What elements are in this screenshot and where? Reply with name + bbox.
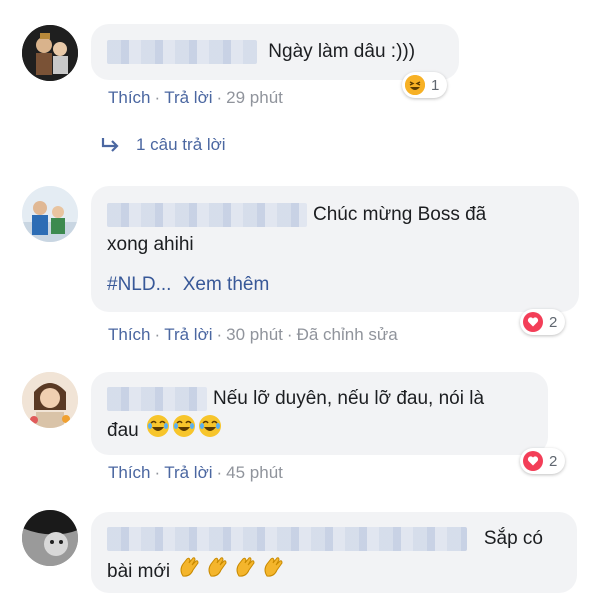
reaction-number: 2 [549, 452, 558, 470]
blurred-username[interactable] [107, 202, 307, 227]
separator: · [154, 88, 161, 107]
avatar[interactable] [22, 510, 78, 566]
avatar-image [22, 186, 78, 242]
comment-text-line-2: bài mới [107, 561, 171, 583]
like-link[interactable]: Thích [108, 88, 151, 107]
clapping-hands-icon [261, 554, 287, 590]
comment-line: Sắp có [107, 524, 561, 554]
comment-more-line: #NLD... Xem thêm [107, 270, 563, 300]
reaction-count[interactable]: 1 [402, 72, 448, 98]
reaction-count[interactable]: 2 [520, 448, 566, 474]
avatar[interactable] [22, 372, 78, 428]
reply-arrow-icon [101, 138, 119, 152]
reply-link[interactable]: Trả lời [164, 88, 212, 107]
comment-text-line-2: đau [107, 420, 139, 442]
comment-actions: Thích · Trả lời · 45 phút [108, 463, 283, 483]
reply-link[interactable]: Trả lời [164, 463, 212, 482]
hashtag-link[interactable]: #NLD... [107, 274, 171, 295]
heart-icon [523, 451, 543, 471]
timestamp[interactable]: 30 phút [226, 325, 283, 344]
comment-line-2: đau [107, 414, 532, 448]
comment-line-2: bài mới [107, 554, 561, 590]
comment-text: Ngày làm dâu :))) [268, 41, 416, 62]
reaction-number: 1 [431, 76, 440, 94]
comment-text-line-2: xong ahihi [107, 234, 194, 255]
edited-label[interactable]: Đã chỉnh sửa [297, 325, 398, 344]
like-link[interactable]: Thích [108, 463, 151, 482]
separator: · [286, 325, 293, 344]
blurred-username[interactable] [107, 386, 207, 411]
avatar-image [22, 372, 78, 428]
separator: · [154, 325, 161, 344]
comment-bubble: Sắp có bài mới [91, 512, 577, 593]
avatar-image [22, 510, 78, 566]
tears-of-joy-icon [146, 414, 170, 448]
haha-icon [405, 75, 425, 95]
clapping-hands-icon [177, 554, 203, 590]
blurred-username[interactable] [107, 39, 257, 64]
timestamp[interactable]: 29 phút [226, 88, 283, 107]
separator: · [216, 463, 223, 482]
separator: · [216, 88, 223, 107]
comment-bubble: Ngày làm dâu :))) [91, 24, 459, 80]
avatar[interactable] [22, 25, 78, 81]
avatar[interactable] [22, 186, 78, 242]
comment-line: Chúc mừng Boss đã [107, 200, 563, 230]
comment-text-line-1: Sắp có [483, 528, 543, 549]
like-link[interactable]: Thích [108, 325, 151, 344]
reaction-number: 2 [549, 313, 558, 331]
comment-bubble: Chúc mừng Boss đã xong ahihi #NLD... Xem… [91, 186, 579, 312]
comment-text-line-1: Nếu lỡ duyên, nếu lỡ đau, nói là [213, 388, 485, 409]
comment-text-line-1: Chúc mừng Boss đã [313, 204, 487, 225]
comment-bubble: Nếu lỡ duyên, nếu lỡ đau, nói là đau [91, 372, 548, 455]
avatar-image [22, 25, 78, 81]
view-replies-link[interactable]: 1 câu trả lời [100, 135, 226, 155]
clapping-hands-icon [233, 554, 259, 590]
separator: · [154, 463, 161, 482]
tears-of-joy-icon [198, 414, 222, 448]
timestamp[interactable]: 45 phút [226, 463, 283, 482]
reply-link[interactable]: Trả lời [164, 325, 212, 344]
comment-line: Nếu lỡ duyên, nếu lỡ đau, nói là [107, 384, 532, 414]
blurred-username[interactable] [107, 527, 467, 551]
separator: · [216, 325, 223, 344]
comment-actions: Thích · Trả lời · 29 phút [108, 88, 283, 108]
replies-count-label[interactable]: 1 câu trả lời [136, 135, 226, 155]
see-more-link[interactable]: Xem thêm [183, 274, 270, 295]
comment-actions: Thích · Trả lời · 30 phút · Đã chỉnh sửa [108, 325, 398, 345]
heart-icon [523, 312, 543, 332]
tears-of-joy-icon [172, 414, 196, 448]
clapping-hands-icon [205, 554, 231, 590]
reaction-count[interactable]: 2 [520, 309, 566, 335]
